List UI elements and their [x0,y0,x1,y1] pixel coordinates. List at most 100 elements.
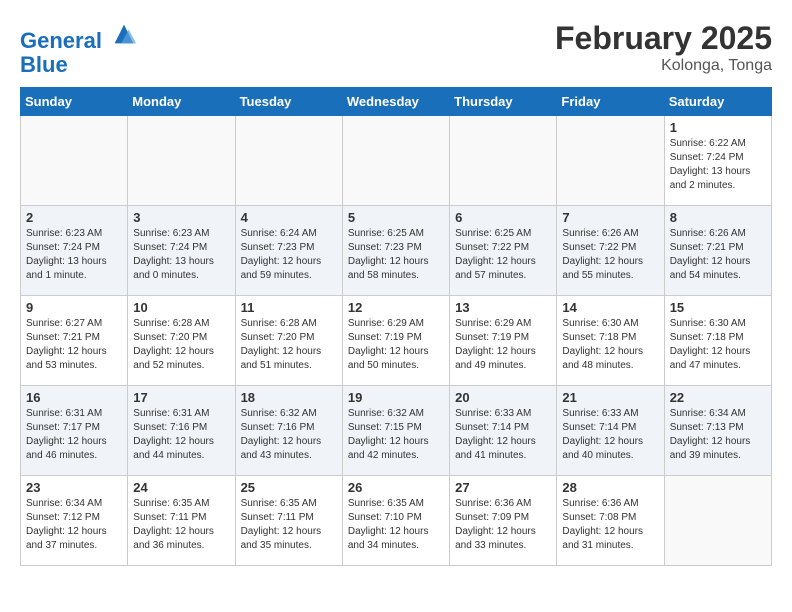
day-info: Sunrise: 6:23 AM Sunset: 7:24 PM Dayligh… [133,227,229,283]
calendar-week-row: 16Sunrise: 6:31 AM Sunset: 7:17 PM Dayli… [21,386,772,476]
day-number: 6 [455,210,551,225]
calendar-day-cell: 27Sunrise: 6:36 AM Sunset: 7:09 PM Dayli… [450,476,557,566]
day-info: Sunrise: 6:24 AM Sunset: 7:23 PM Dayligh… [241,227,337,283]
day-info: Sunrise: 6:27 AM Sunset: 7:21 PM Dayligh… [26,317,122,373]
day-number: 11 [241,300,337,315]
day-number: 5 [348,210,444,225]
calendar-day-cell: 7 Sunrise: 6:26 AM Sunset: 7:22 PM Daylig… [557,206,664,296]
calendar-day-cell: 1 Sunrise: 6:22 AM Sunset: 7:24 PM Daylig… [664,116,771,206]
calendar-day-cell: 4 Sunrise: 6:24 AM Sunset: 7:23 PM Daylig… [235,206,342,296]
calendar-day-cell [128,116,235,206]
day-info: Sunrise: 6:32 AM Sunset: 7:15 PM Dayligh… [348,407,444,463]
calendar-table: SundayMondayTuesdayWednesdayThursdayFrid… [20,87,772,566]
day-number: 13 [455,300,551,315]
day-info: Sunrise: 6:34 AM Sunset: 7:13 PM Dayligh… [670,407,766,463]
calendar-day-cell: 2Sunrise: 6:23 AM Sunset: 7:24 PM Daylig… [21,206,128,296]
calendar-day-cell: 26 Sunrise: 6:35 AM Sunset: 7:10 PM Dayli… [342,476,449,566]
day-info: Sunrise: 6:22 AM Sunset: 7:24 PM Dayligh… [670,137,766,193]
title-block: February 2025 Kolonga, Tonga [555,20,772,75]
calendar-day-cell: 23Sunrise: 6:34 AM Sunset: 7:12 PM Dayli… [21,476,128,566]
col-header-friday: Friday [557,88,664,116]
col-header-tuesday: Tuesday [235,88,342,116]
day-number: 9 [26,300,122,315]
day-number: 15 [670,300,766,315]
calendar-day-cell: 15 Sunrise: 6:30 AM Sunset: 7:18 PM Dayli… [664,296,771,386]
day-info: Sunrise: 6:30 AM Sunset: 7:18 PM Dayligh… [670,317,766,373]
day-info: Sunrise: 6:35 AM Sunset: 7:10 PM Dayligh… [348,497,444,553]
col-header-thursday: Thursday [450,88,557,116]
calendar-day-cell: 3 Sunrise: 6:23 AM Sunset: 7:24 PM Daylig… [128,206,235,296]
day-info: Sunrise: 6:26 AM Sunset: 7:22 PM Dayligh… [562,227,658,283]
day-number: 20 [455,390,551,405]
day-number: 4 [241,210,337,225]
day-number: 14 [562,300,658,315]
calendar-day-cell: 28 Sunrise: 6:36 AM Sunset: 7:08 PM Dayli… [557,476,664,566]
day-number: 23 [26,480,122,495]
day-number: 28 [562,480,658,495]
calendar-day-cell: 11 Sunrise: 6:28 AM Sunset: 7:20 PM Dayli… [235,296,342,386]
day-info: Sunrise: 6:33 AM Sunset: 7:14 PM Dayligh… [455,407,551,463]
calendar-day-cell: 17 Sunrise: 6:31 AM Sunset: 7:16 PM Dayli… [128,386,235,476]
day-info: Sunrise: 6:31 AM Sunset: 7:16 PM Dayligh… [133,407,229,463]
calendar-day-cell: 5 Sunrise: 6:25 AM Sunset: 7:23 PM Daylig… [342,206,449,296]
calendar-day-cell [21,116,128,206]
calendar-day-cell: 24 Sunrise: 6:35 AM Sunset: 7:11 PM Dayli… [128,476,235,566]
day-info: Sunrise: 6:26 AM Sunset: 7:21 PM Dayligh… [670,227,766,283]
day-info: Sunrise: 6:28 AM Sunset: 7:20 PM Dayligh… [133,317,229,373]
day-info: Sunrise: 6:23 AM Sunset: 7:24 PM Dayligh… [26,227,122,283]
day-info: Sunrise: 6:36 AM Sunset: 7:08 PM Dayligh… [562,497,658,553]
calendar-day-cell: 16Sunrise: 6:31 AM Sunset: 7:17 PM Dayli… [21,386,128,476]
day-number: 24 [133,480,229,495]
day-number: 19 [348,390,444,405]
day-number: 8 [670,210,766,225]
calendar-day-cell [664,476,771,566]
day-info: Sunrise: 6:29 AM Sunset: 7:19 PM Dayligh… [455,317,551,373]
day-number: 10 [133,300,229,315]
day-number: 3 [133,210,229,225]
calendar-week-row: 9 Sunrise: 6:27 AM Sunset: 7:21 PM Daylig… [21,296,772,386]
location: Kolonga, Tonga [555,57,772,75]
calendar-day-cell [450,116,557,206]
calendar-day-cell: 25 Sunrise: 6:35 AM Sunset: 7:11 PM Dayli… [235,476,342,566]
col-header-monday: Monday [128,88,235,116]
day-number: 7 [562,210,658,225]
calendar-header-row: SundayMondayTuesdayWednesdayThursdayFrid… [21,88,772,116]
month-title: February 2025 [555,20,772,57]
day-number: 26 [348,480,444,495]
calendar-day-cell: 6Sunrise: 6:25 AM Sunset: 7:22 PM Daylig… [450,206,557,296]
logo-blue: Blue [20,52,68,77]
day-number: 25 [241,480,337,495]
logo-general: General [20,28,102,53]
day-info: Sunrise: 6:36 AM Sunset: 7:09 PM Dayligh… [455,497,551,553]
day-number: 17 [133,390,229,405]
calendar-week-row: 2Sunrise: 6:23 AM Sunset: 7:24 PM Daylig… [21,206,772,296]
calendar-day-cell: 20 Sunrise: 6:33 AM Sunset: 7:14 PM Dayli… [450,386,557,476]
calendar-day-cell: 14Sunrise: 6:30 AM Sunset: 7:18 PM Dayli… [557,296,664,386]
calendar-week-row: 23Sunrise: 6:34 AM Sunset: 7:12 PM Dayli… [21,476,772,566]
col-header-wednesday: Wednesday [342,88,449,116]
day-number: 21 [562,390,658,405]
day-info: Sunrise: 6:28 AM Sunset: 7:20 PM Dayligh… [241,317,337,373]
col-header-saturday: Saturday [664,88,771,116]
calendar-day-cell: 18 Sunrise: 6:32 AM Sunset: 7:16 PM Dayli… [235,386,342,476]
day-info: Sunrise: 6:29 AM Sunset: 7:19 PM Dayligh… [348,317,444,373]
day-number: 1 [670,120,766,135]
calendar-day-cell: 21 Sunrise: 6:33 AM Sunset: 7:14 PM Dayli… [557,386,664,476]
calendar-day-cell [342,116,449,206]
calendar-day-cell: 19 Sunrise: 6:32 AM Sunset: 7:15 PM Dayli… [342,386,449,476]
col-header-sunday: Sunday [21,88,128,116]
day-number: 16 [26,390,122,405]
day-number: 18 [241,390,337,405]
day-info: Sunrise: 6:33 AM Sunset: 7:14 PM Dayligh… [562,407,658,463]
logo-icon [110,20,138,48]
day-info: Sunrise: 6:35 AM Sunset: 7:11 PM Dayligh… [133,497,229,553]
day-number: 22 [670,390,766,405]
calendar-day-cell: 12 Sunrise: 6:29 AM Sunset: 7:19 PM Dayli… [342,296,449,386]
day-info: Sunrise: 6:25 AM Sunset: 7:23 PM Dayligh… [348,227,444,283]
day-info: Sunrise: 6:35 AM Sunset: 7:11 PM Dayligh… [241,497,337,553]
day-number: 12 [348,300,444,315]
day-info: Sunrise: 6:32 AM Sunset: 7:16 PM Dayligh… [241,407,337,463]
calendar-day-cell: 9 Sunrise: 6:27 AM Sunset: 7:21 PM Daylig… [21,296,128,386]
logo: General Blue [20,20,138,77]
page-header: General Blue February 2025 Kolonga, Tong… [20,20,772,77]
